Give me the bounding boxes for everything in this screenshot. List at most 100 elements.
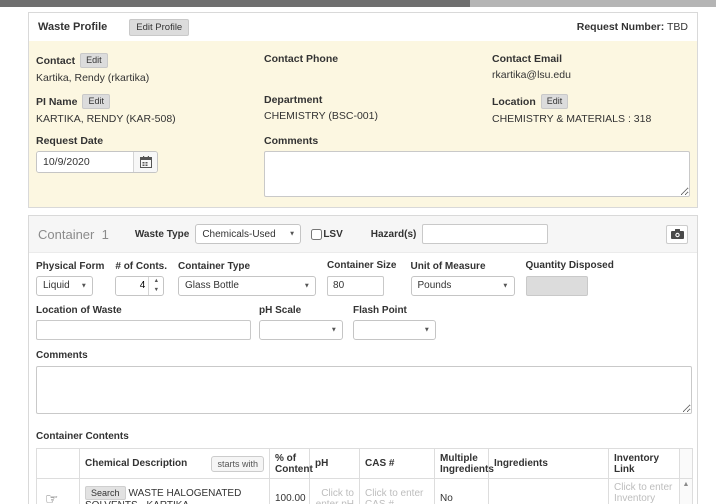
location-edit-button[interactable]: Edit xyxy=(541,94,569,109)
pi-name-edit-button[interactable]: Edit xyxy=(82,94,110,109)
physical-form-select[interactable]: Liquid ▼ xyxy=(36,276,93,296)
page-title: Waste Profile xyxy=(38,21,107,33)
edit-profile-button[interactable]: Edit Profile xyxy=(129,19,189,36)
container-type-select[interactable]: Glass Bottle ▼ xyxy=(178,276,316,296)
location-field: Location Edit CHEMISTRY & MATERIALS : 31… xyxy=(492,94,690,126)
chevron-down-icon: ▼ xyxy=(331,327,337,334)
multiple-ingredients-header: Multiple Ingredients xyxy=(435,449,489,479)
contact-phone-field: Contact Phone xyxy=(264,53,492,85)
top-horizontal-scrollbar[interactable] xyxy=(0,0,716,7)
date-picker-button[interactable] xyxy=(133,152,157,172)
container-size-input[interactable] xyxy=(327,276,384,296)
lsv-label: LSV xyxy=(323,229,342,240)
table-row[interactable]: ☞ SearchWASTE HALOGENATED SOLVENTS - KAR… xyxy=(37,479,693,504)
inventory-link-cell[interactable]: Click to enter Inventory Link # xyxy=(609,479,680,504)
scroll-up-icon[interactable]: ▲ xyxy=(680,481,692,488)
waste-profile-header: Waste Profile Edit Profile Request Numbe… xyxy=(29,13,697,41)
contact-phone-label: Contact Phone xyxy=(264,53,338,65)
container-type-field: Container Type Glass Bottle ▼ xyxy=(178,261,316,296)
request-date-field: Request Date xyxy=(36,135,264,202)
percent-content-cell[interactable]: 100.00 xyxy=(270,479,310,504)
chevron-down-icon: ▼ xyxy=(502,282,508,289)
container-row-a: Physical Form Liquid ▼ # of Conts. ▲ ▼ xyxy=(36,260,690,296)
row-selector-header xyxy=(37,449,80,479)
container-contents-table: Chemical Description starts with % of Co… xyxy=(36,448,693,504)
table-header-row: Chemical Description starts with % of Co… xyxy=(37,449,693,479)
lsv-checkbox[interactable] xyxy=(311,229,322,240)
contact-email-label: Contact Email xyxy=(492,53,562,65)
starts-with-button[interactable]: starts with xyxy=(211,456,264,472)
quantity-disposed-label: Quantity Disposed xyxy=(526,260,614,271)
waste-type-label: Waste Type xyxy=(135,229,189,240)
container-comments-textarea[interactable] xyxy=(36,366,692,414)
waste-profile-panel: Waste Profile Edit Profile Request Numbe… xyxy=(28,12,698,208)
pi-name-value: KARTIKA, RENDY (KAR-508) xyxy=(36,113,264,126)
contact-phone-value xyxy=(264,69,492,82)
spinner-down-icon[interactable]: ▼ xyxy=(149,286,163,295)
request-number: Request Number: TBD xyxy=(577,21,688,33)
container-title: Container 1 xyxy=(38,227,109,242)
ph-scale-field: pH Scale ▼ xyxy=(259,305,343,340)
cas-header: CAS # xyxy=(360,449,435,479)
container-type-value: Glass Bottle xyxy=(185,280,239,291)
location-of-waste-input[interactable] xyxy=(36,320,251,340)
location-label: Location xyxy=(492,96,536,108)
flash-point-select[interactable]: ▼ xyxy=(353,320,436,340)
request-number-value: TBD xyxy=(667,21,688,33)
profile-comments-textarea[interactable] xyxy=(264,151,690,197)
container-number: 1 xyxy=(102,227,109,242)
flash-point-label: Flash Point xyxy=(353,305,436,316)
ph-header: pH xyxy=(310,449,360,479)
calendar-icon xyxy=(140,156,152,168)
num-conts-stepper[interactable]: ▲ ▼ xyxy=(115,276,164,296)
container-header-band: Container 1 Waste Type Chemicals-Used ▼ … xyxy=(29,216,697,253)
department-label: Department xyxy=(264,94,322,106)
request-number-label: Request Number: xyxy=(577,21,665,33)
profile-comments-label: Comments xyxy=(264,135,318,147)
request-date-input[interactable] xyxy=(37,152,133,172)
camera-icon xyxy=(671,229,684,239)
contact-field: Contact Edit Kartika, Rendy (rkartika) xyxy=(36,53,264,85)
flash-point-field: Flash Point ▼ xyxy=(353,305,436,340)
hazards-label: Hazard(s) xyxy=(371,229,417,240)
container-comments-label: Comments xyxy=(36,350,690,361)
multiple-ingredients-cell[interactable]: No xyxy=(435,479,489,504)
pi-name-field: PI Name Edit KARTIKA, RENDY (KAR-508) xyxy=(36,94,264,126)
waste-type-select[interactable]: Chemicals-Used ▼ xyxy=(195,224,301,244)
chevron-down-icon: ▼ xyxy=(81,282,87,289)
physical-form-field: Physical Form Liquid ▼ xyxy=(36,261,104,296)
physical-form-value: Liquid xyxy=(43,280,70,291)
num-conts-input[interactable] xyxy=(116,277,148,295)
contact-email-field: Contact Email rkartika@lsu.edu xyxy=(492,53,690,85)
search-button[interactable]: Search xyxy=(85,486,126,500)
location-value: CHEMISTRY & MATERIALS : 318 xyxy=(492,113,690,126)
ingredients-header: Ingredients xyxy=(489,449,609,479)
ingredients-cell[interactable] xyxy=(489,479,609,504)
chemical-description-cell[interactable]: SearchWASTE HALOGENATED SOLVENTS - KARTI… xyxy=(80,479,270,504)
table-vertical-scrollbar[interactable]: ▲ xyxy=(680,479,693,504)
page: Waste Profile Edit Profile Request Numbe… xyxy=(0,0,716,504)
spinner-up-icon[interactable]: ▲ xyxy=(149,277,163,286)
location-of-waste-label: Location of Waste xyxy=(36,305,251,316)
container-body: Physical Form Liquid ▼ # of Conts. ▲ ▼ xyxy=(29,253,697,504)
physical-form-label: Physical Form xyxy=(36,261,104,272)
scrollbar-thumb[interactable] xyxy=(0,0,470,7)
contact-label: Contact xyxy=(36,55,75,67)
unit-of-measure-select[interactable]: Pounds ▼ xyxy=(411,276,515,296)
contact-value: Kartika, Rendy (rkartika) xyxy=(36,72,264,85)
cas-cell[interactable]: Click to enter CAS # xyxy=(360,479,435,504)
chevron-down-icon: ▼ xyxy=(304,282,310,289)
hand-pointer-icon: ☞ xyxy=(45,491,58,504)
contact-edit-button[interactable]: Edit xyxy=(80,53,108,68)
container-contents-title: Container Contents xyxy=(36,431,690,442)
ph-cell[interactable]: Click to enter pH xyxy=(310,479,360,504)
container-type-label: Container Type xyxy=(178,261,316,272)
camera-button[interactable] xyxy=(666,225,688,244)
department-field: Department CHEMISTRY (BSC-001) xyxy=(264,94,492,126)
row-selector-cell[interactable]: ☞ xyxy=(37,479,80,504)
percent-content-header: % of Content xyxy=(270,449,310,479)
ph-scale-select[interactable]: ▼ xyxy=(259,320,343,340)
hazards-input[interactable] xyxy=(422,224,548,244)
inventory-link-header: Inventory Link xyxy=(609,449,680,479)
container-row-b: Location of Waste pH Scale ▼ Flash Point… xyxy=(36,305,690,341)
